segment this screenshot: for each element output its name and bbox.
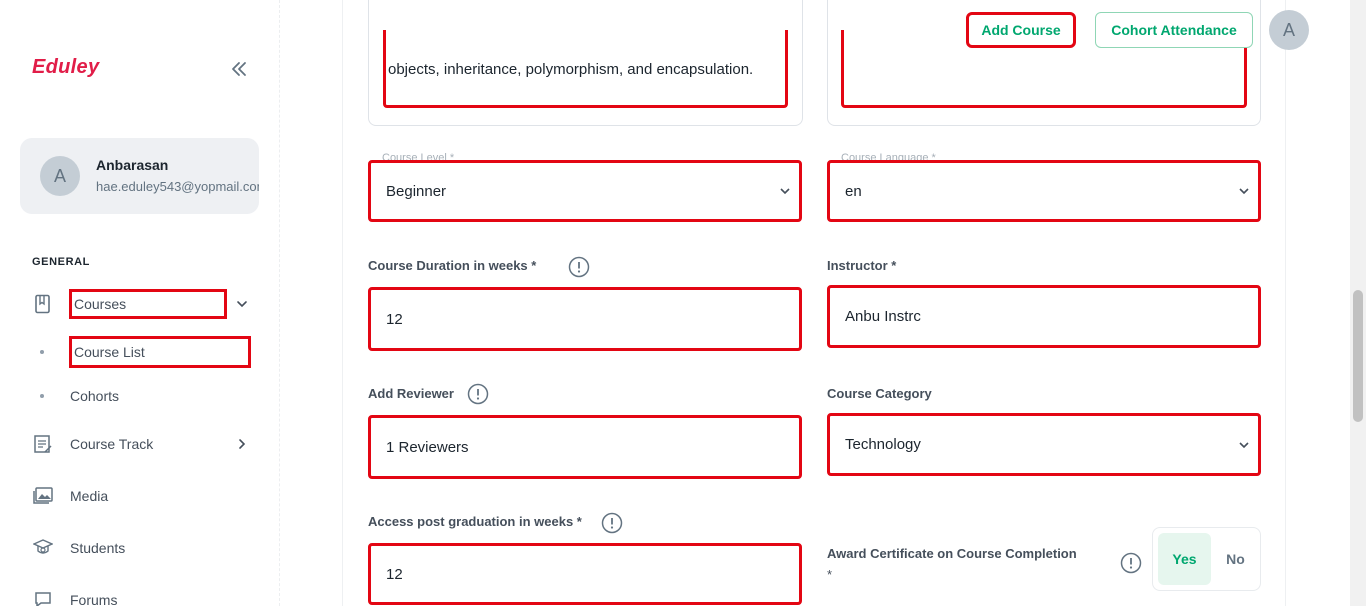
info-icon[interactable] (467, 383, 489, 405)
sidebar-item-label: Courses (69, 289, 227, 319)
sidebar-item-label: Course List (69, 336, 251, 368)
sidebar-item-label: Cohorts (70, 388, 120, 404)
cohort-attendance-button[interactable]: Cohort Attendance (1095, 12, 1253, 48)
media-icon (32, 485, 54, 507)
course-level-select[interactable]: Beginner (368, 160, 802, 222)
add-reviewer-label: Add Reviewer (368, 386, 454, 401)
sidebar-item-course-list[interactable]: Course List (0, 332, 279, 372)
book-icon (32, 293, 54, 315)
sidebar-item-label: Students (70, 540, 126, 556)
instructor-label: Instructor * (827, 258, 897, 273)
sidebar-item-label: Forums (70, 592, 118, 606)
chevron-down-icon (233, 295, 251, 313)
course-duration-label: Course Duration in weeks * (368, 258, 537, 273)
section-title-general: GENERAL (32, 256, 90, 268)
forum-icon (32, 589, 54, 606)
access-post-graduation-value: 12 (386, 565, 403, 583)
access-post-graduation-input[interactable]: 12 (368, 543, 802, 605)
award-certificate-toggle: Yes No (1152, 527, 1261, 591)
info-icon[interactable] (1120, 552, 1142, 574)
sidebar-item-media[interactable]: Media (0, 476, 279, 516)
toggle-yes-button[interactable]: Yes (1158, 533, 1211, 585)
course-language-select[interactable]: en (827, 160, 1261, 222)
add-reviewer-value: 1 Reviewers (386, 438, 469, 456)
user-card[interactable]: A Anbarasan hae.eduley543@yopmail.com (20, 138, 259, 214)
scrollbar-thumb[interactable] (1353, 290, 1363, 422)
account-avatar[interactable]: A (1269, 10, 1309, 50)
course-track-icon (32, 433, 54, 455)
course-duration-input[interactable]: 12 (368, 287, 802, 351)
course-duration-value: 12 (386, 310, 403, 328)
instructor-input[interactable]: Anbu Instrc (827, 285, 1261, 348)
add-reviewer-input[interactable]: 1 Reviewers (368, 415, 802, 479)
sidebar-item-students[interactable]: Students (0, 528, 279, 568)
graduation-cap-icon (32, 537, 54, 559)
course-category-select[interactable]: Technology (827, 413, 1261, 476)
required-mark: * (827, 567, 833, 582)
sidebar-item-cohorts[interactable]: Cohorts (0, 376, 279, 416)
add-course-button[interactable]: Add Course (966, 12, 1076, 48)
sidebar: Eduley A Anbarasan hae.eduley543@yopmail… (0, 0, 280, 606)
sidebar-item-courses[interactable]: Courses (0, 284, 279, 324)
toggle-no-button[interactable]: No (1213, 533, 1258, 585)
instructor-value: Anbu Instrc (845, 308, 921, 325)
eduley-logo[interactable]: Eduley (32, 56, 99, 79)
bullet (40, 350, 44, 354)
sidebar-item-label: Media (70, 488, 109, 504)
chevron-right-icon (233, 435, 251, 453)
chevron-down-icon (1239, 188, 1249, 195)
access-post-graduation-label: Access post graduation in weeks * (368, 514, 582, 529)
collapse-sidebar-button[interactable] (226, 56, 252, 82)
page-scrollbar[interactable] (1350, 0, 1366, 606)
info-icon[interactable] (601, 512, 623, 534)
user-avatar: A (40, 156, 80, 196)
chevron-down-icon (1239, 441, 1249, 448)
user-email: hae.eduley543@yopmail.com (96, 179, 259, 194)
sidebar-item-course-track[interactable]: Course Track (0, 424, 279, 464)
info-icon[interactable] (568, 256, 590, 278)
user-name: Anbarasan (96, 157, 169, 173)
description-text[interactable]: objects, inheritance, polymorphism, and … (383, 30, 788, 108)
bullet (40, 394, 44, 398)
chevron-down-icon (780, 188, 790, 195)
sidebar-item-forums[interactable]: Forums (0, 580, 279, 606)
course-language-value: en (845, 182, 862, 200)
course-level-value: Beginner (386, 182, 447, 200)
award-certificate-label: Award Certificate on Course Completion (827, 546, 1077, 561)
sidebar-item-label: Course Track (70, 436, 154, 452)
course-category-label: Course Category (827, 386, 932, 401)
course-category-value: Technology (845, 436, 921, 453)
double-chevron-left-icon (232, 62, 246, 76)
